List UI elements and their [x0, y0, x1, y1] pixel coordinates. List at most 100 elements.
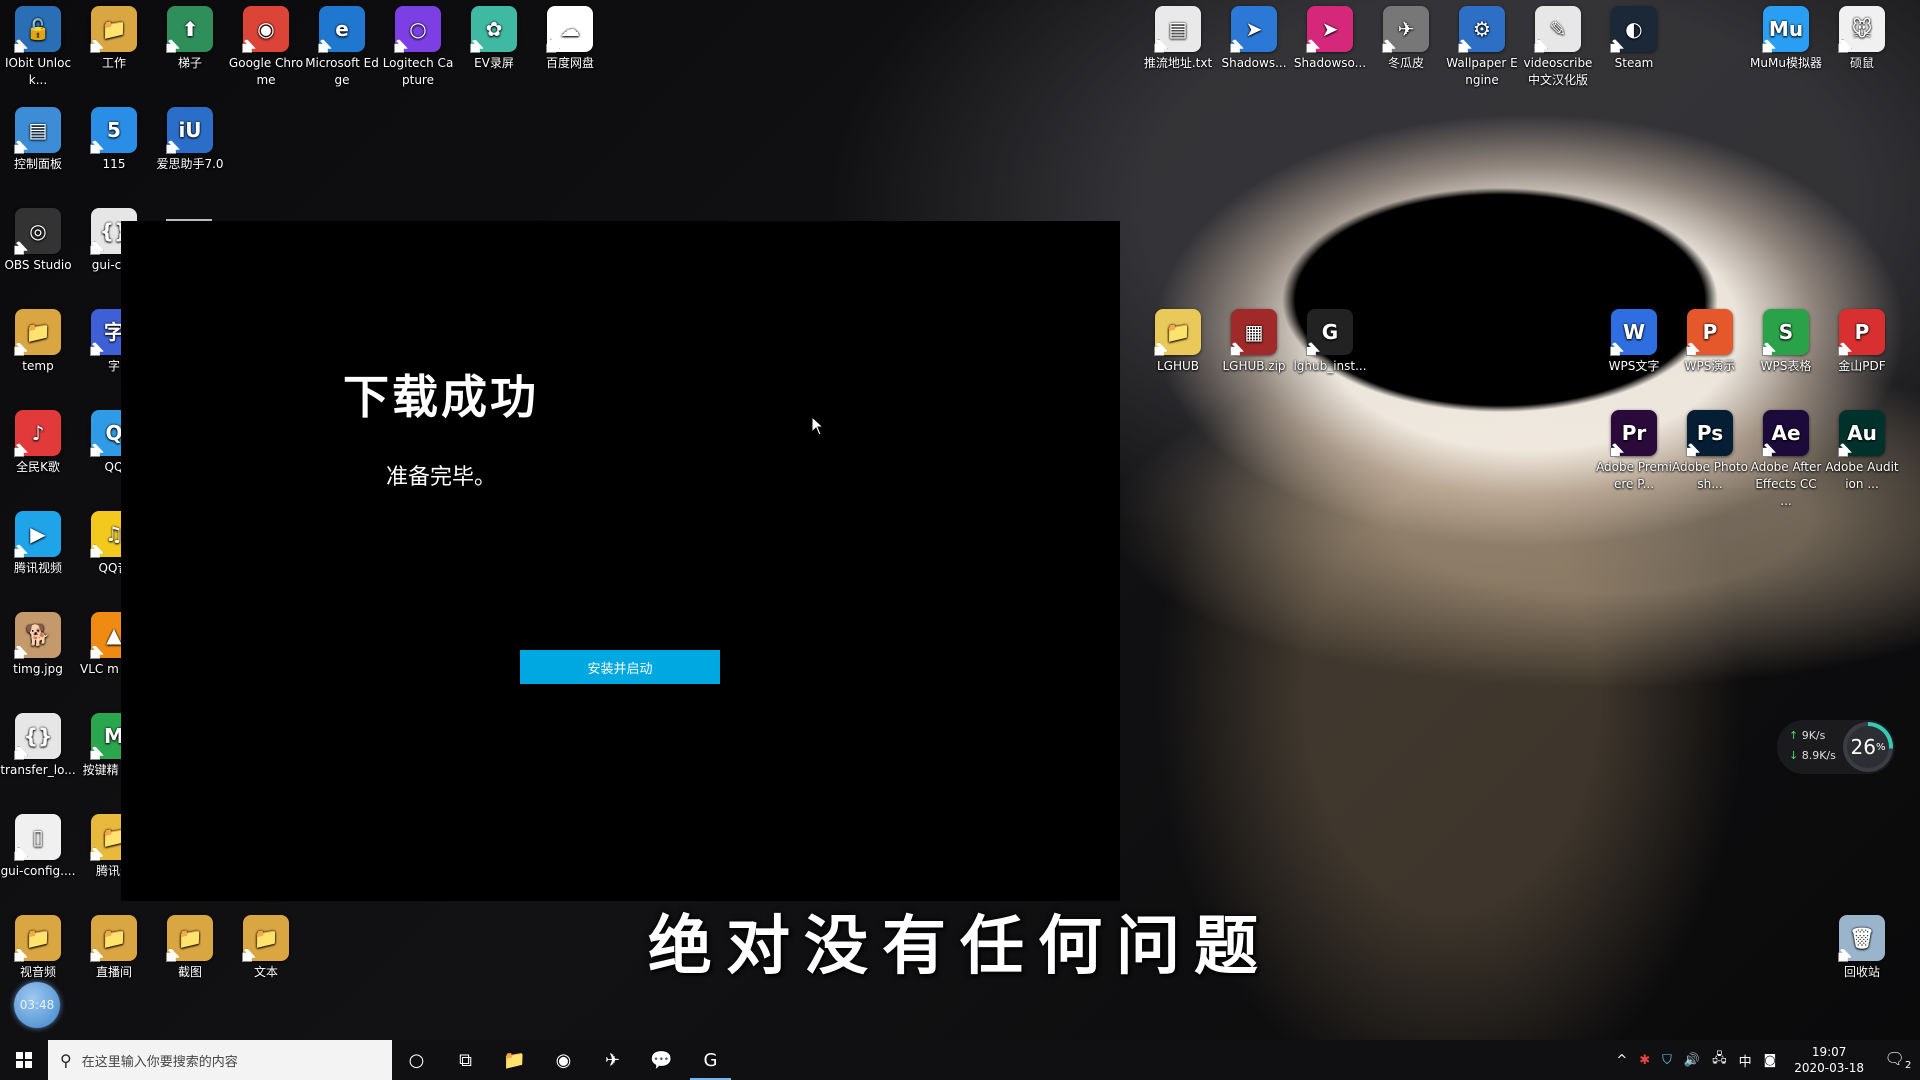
- desktop.icons_right-desktop-icon[interactable]: Pr Adobe Premiere P...: [1596, 404, 1672, 493]
- desktop-icon-label: LGHUB.zip: [1222, 359, 1286, 373]
- desktop.icons_left-desktop-icon[interactable]: ♪ 全民K歌: [0, 404, 76, 476]
- app-icon: ◉: [243, 6, 289, 52]
- desktop-icon-label: WPS文字: [1608, 359, 1660, 373]
- taskbar-app-chrome[interactable]: ◉: [539, 1040, 588, 1080]
- cpu-usage-unit: %: [1875, 741, 1886, 753]
- desktop-icon-label: MuMu模拟器: [1750, 56, 1822, 70]
- app-icon: ⚙: [1459, 6, 1505, 52]
- desktop-icon-label: Shadowso...: [1293, 56, 1367, 70]
- desktop-icon-label: timg.jpg: [13, 662, 63, 676]
- desktop.icons_left-desktop-icon[interactable]: ○ Logitech Capture: [380, 0, 456, 89]
- app-icon: 📁: [1155, 309, 1201, 355]
- desktop-icon-label: Steam: [1614, 56, 1654, 70]
- desktop.icons_left-desktop-icon[interactable]: 🐕 timg.jpg: [0, 606, 76, 678]
- app-icon: 📁: [91, 6, 137, 52]
- desktop-icon-label: Adobe Audition ...: [1825, 460, 1899, 491]
- taskbar-app-dongguapi[interactable]: ✈: [588, 1040, 637, 1080]
- tray-app-icon-2[interactable]: ◙: [1758, 1053, 1783, 1068]
- tray-overflow-chevron-icon[interactable]: ^: [1610, 1053, 1633, 1068]
- desktop-icon-label: Microsoft Edge: [305, 56, 379, 87]
- app-icon: P: [1839, 309, 1885, 355]
- app-icon: W: [1611, 309, 1657, 355]
- desktop.icons_left-desktop-icon[interactable]: ⬆ 梯子: [152, 0, 228, 72]
- app-icon: Ps: [1687, 410, 1733, 456]
- desktop.icons_left-desktop-icon[interactable]: 📁 工作: [76, 0, 152, 72]
- search-placeholder: 在这里输入你要搜索的内容: [81, 1054, 238, 1070]
- desktop.icons_right-desktop-icon[interactable]: Au Adobe Audition ...: [1824, 404, 1900, 493]
- tray-clock[interactable]: 19:07 2020-03-18: [1782, 1044, 1876, 1076]
- app-icon: {}: [15, 713, 61, 759]
- start-button[interactable]: [0, 1040, 48, 1080]
- taskbar-search-input[interactable]: ⚲ 在这里输入你要搜索的内容: [48, 1040, 392, 1080]
- app-icon: ⬆: [167, 6, 213, 52]
- taskbar-app-wechat[interactable]: 💬: [637, 1040, 686, 1080]
- desktop.icons_left-desktop-icon[interactable]: iU 爱思助手7.0: [152, 101, 228, 173]
- security-shield-icon[interactable]: ⛉: [1656, 1053, 1678, 1068]
- desktop.icons_right-desktop-icon[interactable]: ⚙ Wallpaper Engine: [1444, 0, 1520, 89]
- desktop.icons_left-desktop-icon[interactable]: ◉ Google Chrome: [228, 0, 304, 89]
- desktop.icons_left-desktop-icon[interactable]: ◎ OBS Studio: [0, 202, 76, 274]
- desktop.icons_right-desktop-icon[interactable]: ✎ videoscribe 中文汉化版: [1520, 0, 1596, 89]
- download-arrow-icon: ↓: [1789, 749, 1802, 762]
- app-icon: ➤: [1307, 6, 1353, 52]
- network-icon[interactable]: 🖧: [1706, 1049, 1733, 1071]
- search-icon: ⚲: [60, 1050, 72, 1070]
- desktop.icons_right-desktop-icon[interactable]: ▦ LGHUB.zip: [1216, 303, 1292, 375]
- desktop.icons_right-desktop-icon[interactable]: W WPS文字: [1596, 303, 1672, 375]
- desktop.icons_right-desktop-icon[interactable]: ➤ Shadows...: [1216, 0, 1292, 72]
- desktop.icons_left-desktop-icon[interactable]: ▯ gui-config....: [0, 808, 76, 880]
- desktop.icons_right-desktop-icon[interactable]: 🐭 硕鼠: [1824, 0, 1900, 72]
- desktop.icons_left-desktop-icon[interactable]: e Microsoft Edge: [304, 0, 380, 89]
- desktop.icons_right-desktop-icon[interactable]: ➤ Shadowso...: [1292, 0, 1368, 72]
- app-icon: 🔓: [15, 6, 61, 52]
- taskbar: ⚲ 在这里输入你要搜索的内容 ○ ⧉ 📁 ◉ ✈ 💬 G ^ ✱ ⛉ 🔊 🖧 中 ◙ 19:…: [0, 1040, 1920, 1080]
- desktop.icons_right-desktop-icon[interactable]: Ae Adobe After Effects CC ...: [1748, 404, 1824, 510]
- upload-arrow-icon: ↑: [1789, 729, 1802, 742]
- desktop.icons_left-desktop-icon[interactable]: 📁 temp: [0, 303, 76, 375]
- desktop.icons_left-desktop-icon[interactable]: 5 115: [76, 101, 152, 173]
- desktop.icons_right-desktop-icon[interactable]: P WPS演示: [1672, 303, 1748, 375]
- recording-timer[interactable]: 03:48: [14, 982, 60, 1028]
- taskbar-app-task-view[interactable]: ⧉: [441, 1040, 490, 1080]
- system-tray: ^ ✱ ⛉ 🔊 🖧 中 ◙ 19:07 2020-03-18 🗨2: [1610, 1040, 1920, 1080]
- desktop.icons_right-desktop-icon[interactable]: Mu MuMu模拟器: [1748, 0, 1824, 72]
- installer-window: 下载成功 准备完毕。 安装并启动: [121, 221, 1120, 901]
- desktop.icons_left-desktop-icon[interactable]: {} transfer_lo...: [0, 707, 76, 779]
- desktop-icon-label: IObit Unlock...: [4, 56, 72, 87]
- desktop.icons_right-desktop-icon[interactable]: ◐ Steam: [1596, 0, 1672, 72]
- desktop.icons_left-desktop-icon[interactable]: 🔓 IObit Unlock...: [0, 0, 76, 89]
- desktop-icon-label: gui-config....: [0, 864, 76, 878]
- network-speed-widget[interactable]: ↑ 9K/s ↓ 8.9K/s 26%: [1777, 720, 1895, 774]
- desktop.icons_left-desktop-icon[interactable]: ✿ EV录屏: [456, 0, 532, 72]
- desktop.icons_left-desktop-icon[interactable]: ▤ 控制面板: [0, 101, 76, 173]
- desktop.icons_right-desktop-icon[interactable]: 📁 LGHUB: [1140, 303, 1216, 375]
- desktop.icons_right-desktop-icon[interactable]: S WPS表格: [1748, 303, 1824, 375]
- desktop-icon-label: transfer_lo...: [0, 763, 76, 777]
- app-icon: ♪: [15, 410, 61, 456]
- taskbar-app-cortana[interactable]: ○: [392, 1040, 441, 1080]
- ime-indicator[interactable]: 中: [1733, 1051, 1758, 1070]
- desktop.icons_right-desktop-icon[interactable]: P 金山PDF: [1824, 303, 1900, 375]
- desktop-icon-label: 控制面板: [13, 157, 62, 171]
- app-icon: ✎: [1535, 6, 1581, 52]
- cpu-usage-ring: 26%: [1843, 722, 1893, 772]
- wechat-icon: 💬: [650, 1049, 673, 1071]
- taskbar-app-logitech-ghub[interactable]: G: [686, 1040, 735, 1080]
- desktop-icon-label: videoscribe 中文汉化版: [1523, 56, 1593, 87]
- desktop.icons_right-desktop-icon[interactable]: ▤ 推流地址.txt: [1140, 0, 1216, 72]
- desktop-icon-label: Shadows...: [1221, 56, 1287, 70]
- volume-icon[interactable]: 🔊: [1678, 1053, 1706, 1068]
- desktop.icons_right-desktop-icon[interactable]: ✈ 冬瓜皮: [1368, 0, 1444, 72]
- taskbar-app-file-explorer[interactable]: 📁: [490, 1040, 539, 1080]
- desktop.icons_left-desktop-icon[interactable]: ☁ 百度网盘: [532, 0, 608, 72]
- desktop.icons_right-desktop-icon[interactable]: Ps Adobe Photosh...: [1672, 404, 1748, 493]
- tray-app-icon[interactable]: ✱: [1633, 1053, 1656, 1068]
- app-icon: ▶: [15, 511, 61, 557]
- desktop-icon-label: Wallpaper Engine: [1446, 56, 1518, 87]
- desktop.icons_right-desktop-icon[interactable]: Glghub_inst...: [1292, 303, 1368, 375]
- desktop-icon-label: 金山PDF: [1838, 359, 1886, 373]
- desktop-icon-label: 腾讯视频: [13, 561, 62, 575]
- notification-center-button[interactable]: 🗨2: [1876, 1049, 1920, 1071]
- desktop.icons_left-desktop-icon[interactable]: ▶ 腾讯视频: [0, 505, 76, 577]
- install-and-launch-button[interactable]: 安装并启动: [520, 650, 720, 684]
